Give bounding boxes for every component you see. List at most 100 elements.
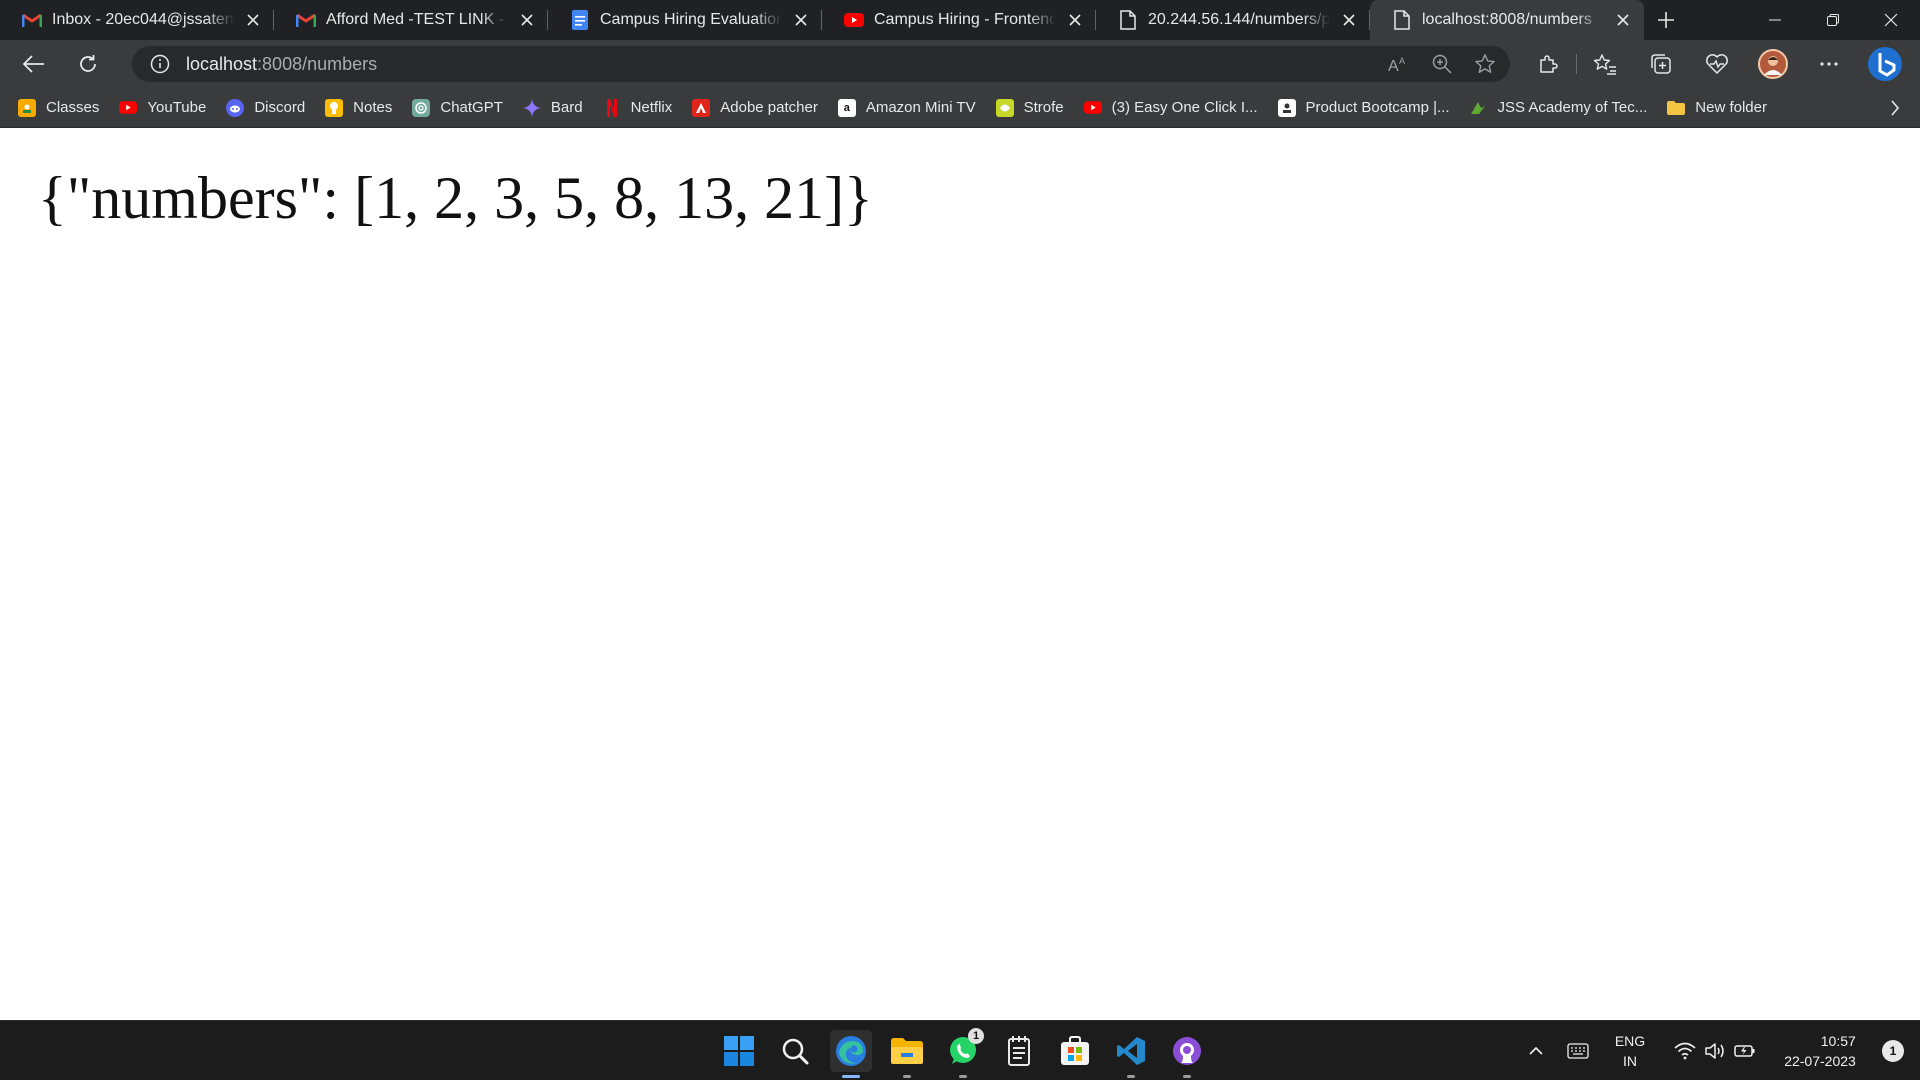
windows-icon [724,1036,754,1066]
bookmark-label: Adobe patcher [720,99,818,116]
file-explorer-app[interactable] [886,1030,928,1078]
running-indicator [959,1075,967,1078]
url-text[interactable]: localhost:8008/numbers [186,54,377,75]
heart-pulse-icon [1706,54,1728,74]
close-icon[interactable] [1338,9,1360,31]
favorites-button[interactable] [1577,44,1633,84]
bookmark-label: Product Bootcamp |... [1305,99,1450,116]
active-indicator [842,1075,860,1078]
new-tab-button[interactable] [1644,0,1688,40]
tab-inbox[interactable]: Inbox - 20ec044@jssaten.ac.in [0,0,274,40]
collections-icon [1651,54,1671,74]
store-icon [1061,1036,1089,1065]
whatsapp-app[interactable]: 1 [942,1028,984,1078]
notification-badge: 1 [968,1028,984,1044]
bing-icon [1868,47,1902,81]
bookmark-netflix[interactable]: Netflix [603,98,672,117]
bookmark-label: Notes [353,99,393,116]
bookmark-label: Amazon Mini TV [865,99,976,116]
profile-button[interactable] [1745,44,1801,84]
bookmark-discord[interactable]: Discord [226,98,305,117]
notepad-app[interactable] [998,1030,1040,1072]
svg-text:A: A [1399,56,1405,66]
start-button[interactable] [718,1030,760,1072]
bookmark-new-folder[interactable]: New folder [1667,99,1767,117]
zoom-icon[interactable] [1432,54,1452,74]
running-indicator [1183,1075,1191,1078]
bookmark-label: Bard [550,99,583,116]
edge-icon [836,1036,866,1066]
bookmark-chatgpt[interactable]: ChatGPT [412,98,503,117]
bookmarks-overflow-button[interactable] [1870,99,1920,116]
bookmark-jss-academy[interactable]: JSS Academy of Tec... [1469,99,1647,117]
bing-copilot-button[interactable] [1857,44,1913,84]
running-indicator [1127,1075,1135,1078]
restore-button[interactable] [1804,0,1862,40]
back-button[interactable] [14,44,54,84]
touch-keyboard-button[interactable] [1556,1021,1600,1080]
bookmark-label: Classes [46,99,100,116]
info-icon[interactable] [150,54,170,74]
refresh-button[interactable] [68,44,108,84]
bookmark-strofe[interactable]: Strofe [995,98,1064,117]
close-icon[interactable] [516,9,538,31]
close-icon[interactable] [1064,9,1086,31]
windows-taskbar: 1 ENG IN 10:57 22-07-2023 1 [0,1020,1920,1080]
bookmark-amazon-mini-tv[interactable]: a Amazon Mini TV [837,98,976,117]
github-desktop-app[interactable] [1166,1030,1208,1078]
browser-essentials-button[interactable] [1689,44,1745,84]
restore-icon [1827,14,1839,26]
discord-icon [226,98,245,117]
bookmark-notes[interactable]: Notes [325,98,393,117]
jss-icon [1469,99,1487,117]
minimize-icon [1769,19,1781,21]
battery-charging-icon [1734,1045,1755,1057]
folder-icon [891,1038,923,1064]
bookmark-easy-one-click[interactable]: (3) Easy One Click I... [1083,99,1258,117]
adobe-icon [692,98,711,117]
favorite-star-icon[interactable] [1474,53,1496,75]
volume-icon [1705,1043,1724,1059]
bookmark-label: New folder [1695,99,1767,116]
clock[interactable]: 10:57 22-07-2023 [1770,1021,1870,1080]
search-button[interactable] [774,1030,816,1072]
bookmark-label: (3) Easy One Click I... [1111,99,1258,116]
notepad-icon [1008,1036,1030,1066]
avatar [1758,49,1788,79]
vscode-icon [1117,1037,1145,1065]
tab-title: Campus Hiring - Frontend - You [874,11,1056,28]
tab-primes[interactable]: 20.244.56.144/numbers/primes [1096,0,1370,40]
close-icon[interactable] [242,9,264,31]
folder-icon [1667,99,1686,117]
bookmark-bard[interactable]: Bard [522,98,583,117]
bookmark-product-bootcamp[interactable]: Product Bootcamp |... [1277,98,1450,117]
tab-localhost-numbers[interactable]: localhost:8008/numbers [1370,0,1644,40]
window-controls [1746,0,1920,40]
settings-more-button[interactable] [1801,44,1857,84]
edge-app[interactable] [830,1030,872,1078]
url-host: localhost [186,53,258,74]
read-aloud-icon[interactable]: AA [1388,55,1410,73]
tab-campus-hiring-frontend[interactable]: Campus Hiring - Frontend - You [822,0,1096,40]
extensions-button[interactable] [1520,44,1576,84]
tab-campus-hiring-evaluation[interactable]: Campus Hiring Evaluation - Fro [548,0,822,40]
minimize-button[interactable] [1746,0,1804,40]
notification-center-button[interactable]: 1 [1882,1040,1904,1062]
close-icon[interactable] [790,9,812,31]
close-window-button[interactable] [1862,0,1920,40]
store-app[interactable] [1054,1030,1096,1072]
address-bar[interactable]: localhost:8008/numbers AA [132,46,1510,82]
bookmark-youtube[interactable]: YouTube [119,99,206,117]
tab-afford-med[interactable]: Afford Med -TEST LINK - sanyam [274,0,548,40]
collections-button[interactable] [1633,44,1689,84]
toolbar-right [1520,44,1913,84]
vscode-app[interactable] [1110,1030,1152,1078]
close-icon[interactable] [1612,9,1634,31]
language-indicator[interactable]: ENG IN [1600,1021,1660,1080]
system-tray: ENG IN 10:57 22-07-2023 1 [1516,1021,1920,1080]
show-hidden-icons-button[interactable] [1516,1021,1556,1080]
bookmark-classes[interactable]: Classes [18,98,100,117]
bookmark-adobe-patcher[interactable]: Adobe patcher [692,98,818,117]
youtube-icon [119,99,138,117]
quick-settings-button[interactable] [1660,1021,1770,1080]
